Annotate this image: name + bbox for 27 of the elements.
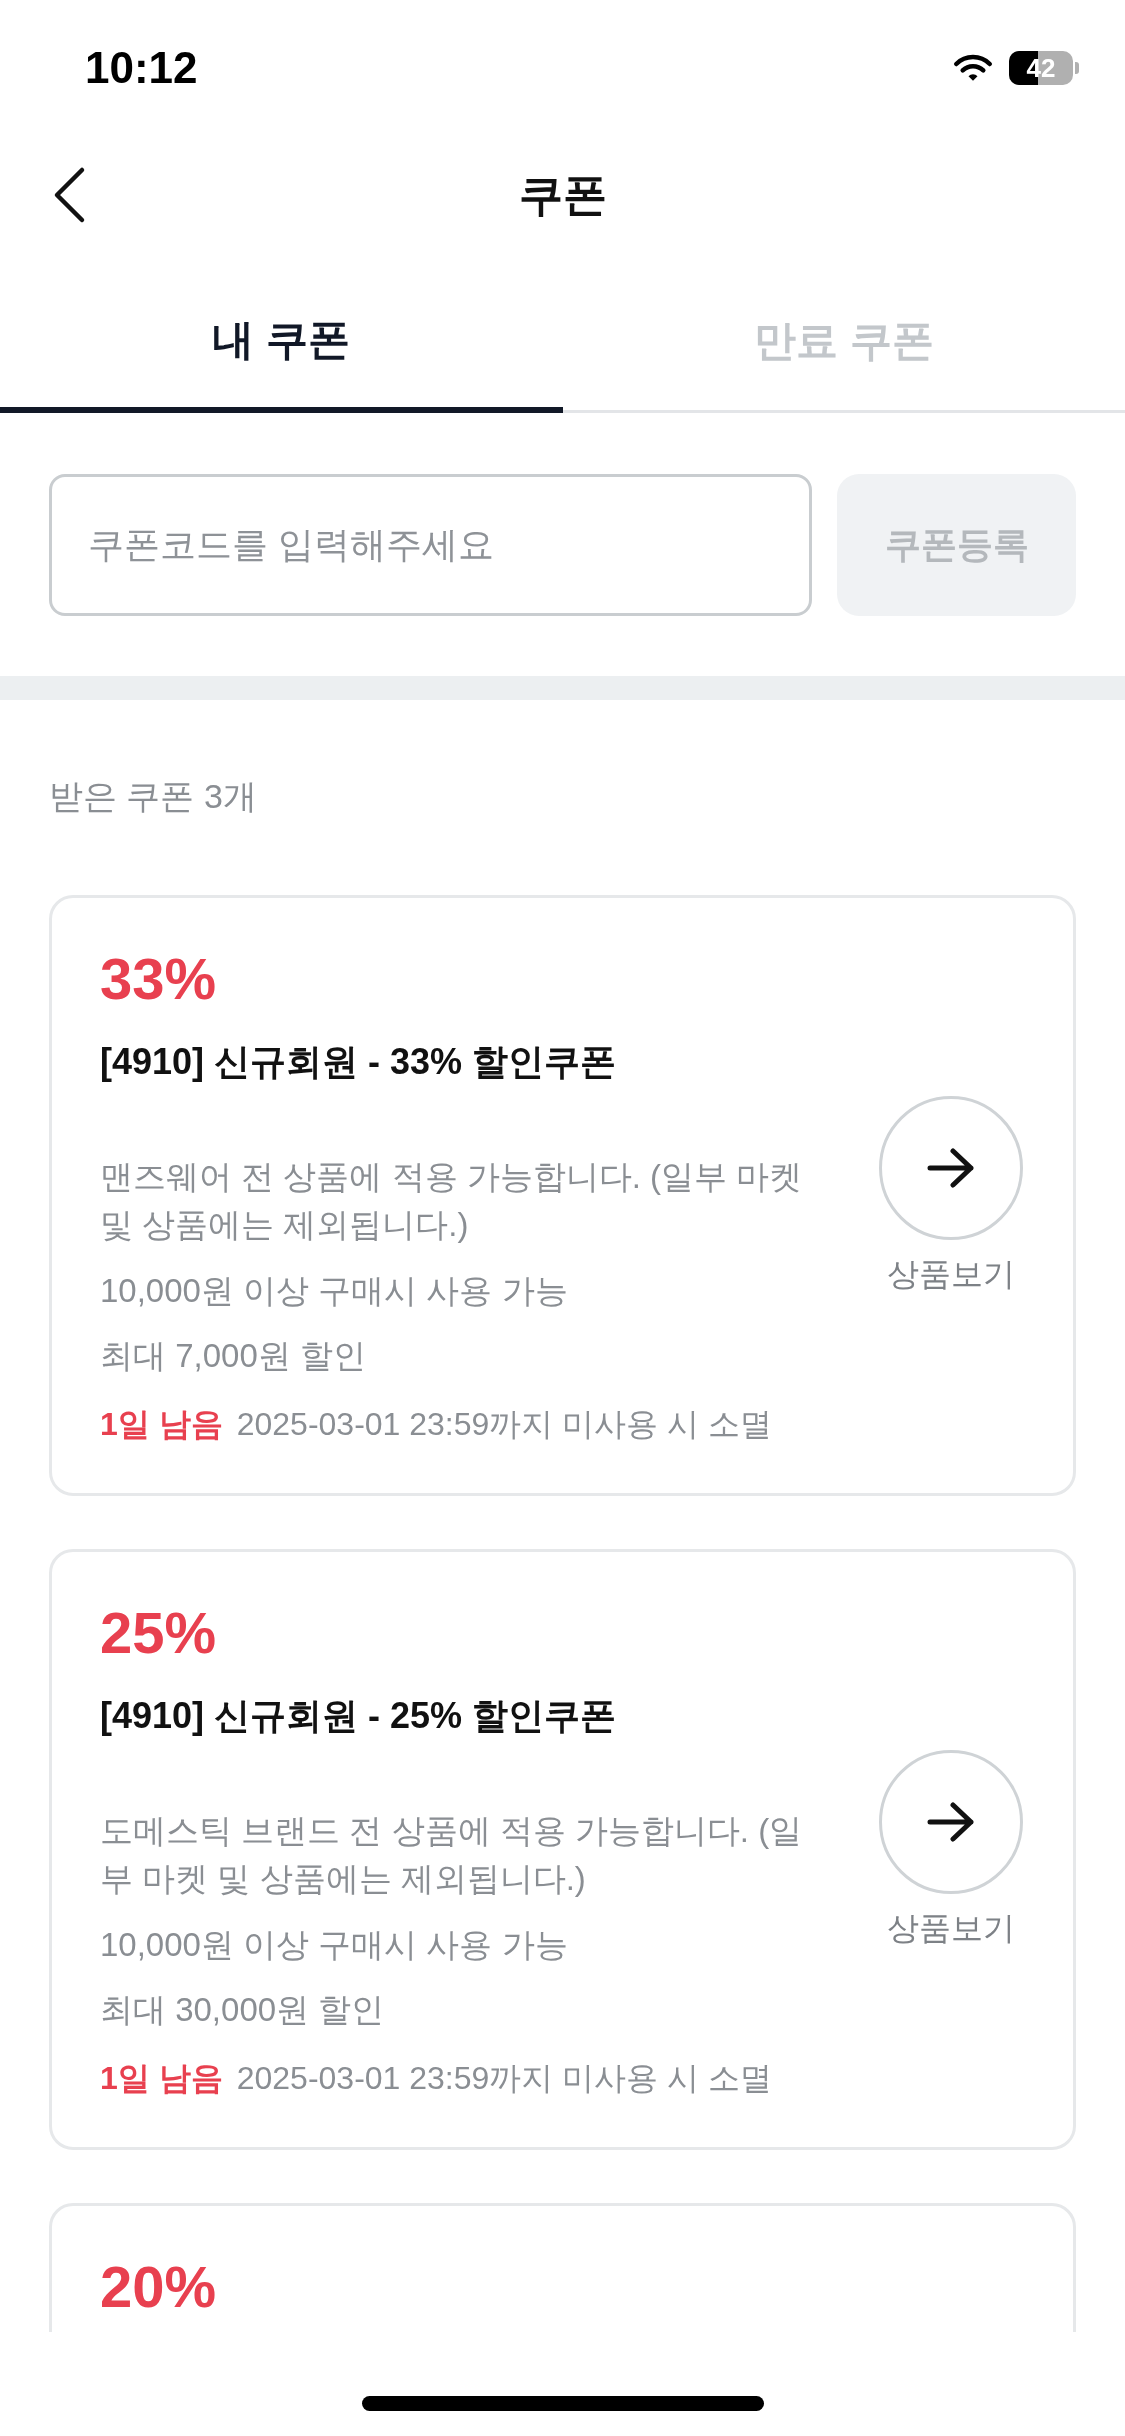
minimum-purchase-text: 10,000원 이상 구매시 사용 가능 bbox=[100, 1925, 568, 1965]
coupon-title: [4910] 신규회원 - 33% 할인쿠폰 bbox=[100, 1040, 617, 1084]
arrow-right-icon bbox=[927, 1148, 975, 1188]
discount-rate: 20% bbox=[100, 2253, 217, 2321]
discount-rate: 25% bbox=[100, 1599, 217, 1667]
status-time: 10:12 bbox=[85, 45, 198, 90]
received-coupon-count: 받은 쿠폰 3개 bbox=[49, 776, 258, 817]
coupon-description: 맨즈웨어 전 상품에 적용 가능합니다. (일부 마켓 및 상품에는 제외됩니다.) bbox=[100, 1157, 804, 1245]
expiry-text: 2025-03-01 23:59까지 미사용 시 소멸 bbox=[236, 1405, 772, 1444]
page-title: 쿠폰 bbox=[517, 169, 608, 221]
maximum-discount-text: 최대 7,000원 할인 bbox=[100, 1336, 366, 1376]
back-button[interactable] bbox=[52, 166, 86, 224]
maximum-discount-text: 최대 30,000원 할인 bbox=[100, 1990, 385, 2030]
coupon-code-input[interactable]: 쿠폰코드를 입력해주세요 bbox=[49, 474, 812, 616]
coupon-description: 도메스틱 브랜드 전 상품에 적용 가능합니다. (일부 마켓 및 상품에는 제외됩니다.) bbox=[100, 1811, 804, 1899]
view-products-label[interactable]: 상품보기 bbox=[887, 1252, 1015, 1296]
back-icon bbox=[52, 166, 86, 224]
wifi-icon bbox=[953, 52, 993, 83]
minimum-purchase-text: 10,000원 이상 구매시 사용 가능 bbox=[100, 1271, 568, 1311]
discount-rate: 33% bbox=[100, 945, 217, 1013]
view-products-label[interactable]: 상품보기 bbox=[887, 1906, 1015, 1950]
arrow-right-icon bbox=[927, 1802, 975, 1842]
days-remaining: 1일 남음 bbox=[100, 2059, 223, 2098]
tab[interactable]: 내 쿠폰 bbox=[0, 255, 563, 413]
days-remaining: 1일 남음 bbox=[100, 1405, 223, 1444]
expiry-text: 2025-03-01 23:59까지 미사용 시 소멸 bbox=[236, 2059, 772, 2098]
coupon-title: [4910] 신규회원 - 25% 할인쿠폰 bbox=[100, 1694, 617, 1738]
